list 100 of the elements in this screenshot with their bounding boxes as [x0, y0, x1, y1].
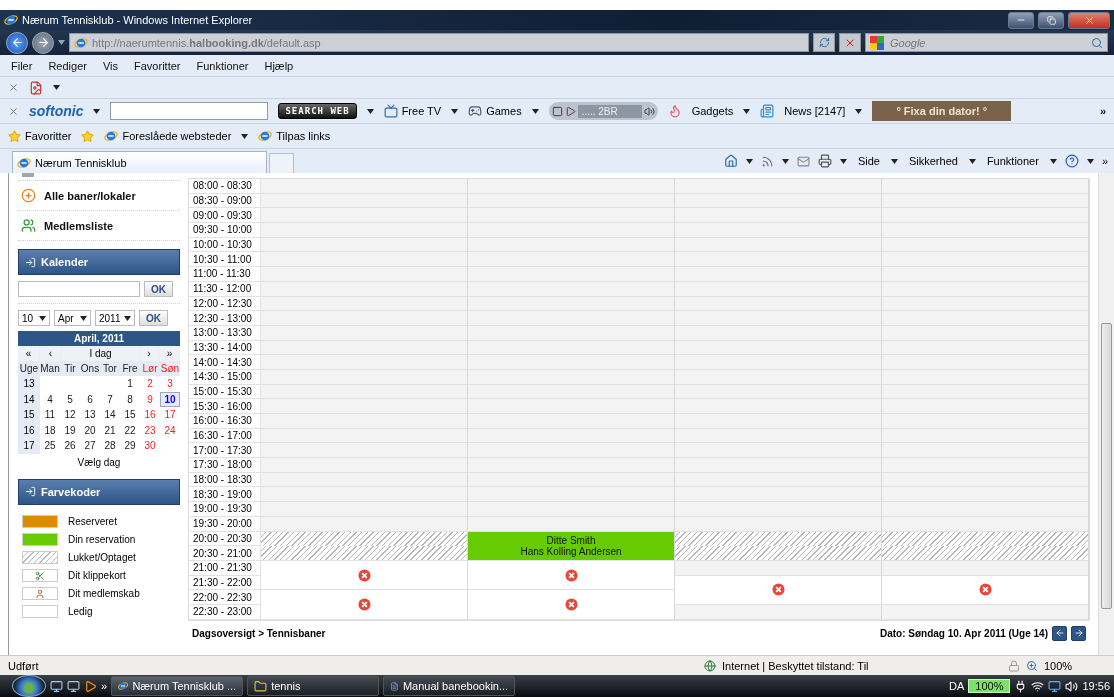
- sidebar-link[interactable]: Alle baner/lokaler: [18, 181, 180, 211]
- menu-item[interactable]: Filer: [8, 59, 36, 72]
- dropdown[interactable]: 10: [18, 310, 50, 326]
- window-icon[interactable]: [67, 679, 80, 693]
- battery-indicator[interactable]: 100%: [968, 679, 1011, 693]
- calendar-day[interactable]: 7: [100, 391, 120, 407]
- caret-icon[interactable]: [241, 133, 249, 139]
- zoom-icon[interactable]: [1026, 659, 1038, 672]
- calendar-day[interactable]: 26: [60, 438, 80, 454]
- calendar-day[interactable]: 25: [40, 438, 60, 454]
- home-icon[interactable]: [723, 154, 738, 168]
- cancel-icon[interactable]: [771, 583, 785, 597]
- calendar-day[interactable]: 21: [100, 422, 120, 438]
- favorites-link[interactable]: Tilpas links: [258, 129, 331, 143]
- unavailable-slot[interactable]: [882, 414, 1089, 429]
- printer-icon[interactable]: [817, 154, 832, 168]
- unavailable-slot[interactable]: [261, 311, 468, 326]
- next-day-button[interactable]: [1071, 625, 1086, 641]
- unavailable-slot[interactable]: [261, 399, 468, 414]
- ok-button[interactable]: OK: [139, 310, 168, 326]
- lock-icon[interactable]: [1008, 659, 1020, 672]
- caret-icon[interactable]: [531, 108, 539, 114]
- calendar-day[interactable]: 6: [80, 391, 100, 407]
- zoom-level[interactable]: 100%: [1044, 659, 1073, 672]
- toolbar-link[interactable]: Free TV: [383, 104, 442, 118]
- unavailable-slot[interactable]: [261, 502, 468, 517]
- unavailable-slot[interactable]: [261, 208, 468, 224]
- unavailable-slot[interactable]: [882, 311, 1089, 326]
- command-menu[interactable]: Funktioner: [983, 155, 1042, 167]
- calendar-nav-button[interactable]: »: [159, 346, 180, 361]
- caret-icon[interactable]: [451, 108, 459, 114]
- calendar-day[interactable]: 27: [80, 438, 100, 454]
- unavailable-slot[interactable]: [675, 208, 882, 224]
- unavailable-slot[interactable]: [675, 443, 882, 459]
- unavailable-slot[interactable]: [468, 399, 675, 414]
- closed-slot[interactable]: [675, 531, 882, 561]
- media-icon[interactable]: [84, 679, 97, 693]
- calendar-day[interactable]: 28: [100, 438, 120, 454]
- unavailable-slot[interactable]: [675, 414, 882, 429]
- unavailable-slot[interactable]: [675, 502, 882, 517]
- sidebar-link[interactable]: Medlemsliste: [18, 211, 180, 241]
- pdf-icon[interactable]: [29, 80, 43, 95]
- calendar-day[interactable]: 23: [140, 422, 160, 438]
- menu-item[interactable]: Hjælp: [261, 59, 297, 72]
- caret-icon[interactable]: [743, 108, 751, 114]
- volume-icon[interactable]: [1065, 679, 1079, 693]
- unavailable-slot[interactable]: [675, 179, 882, 194]
- help-icon[interactable]: [1064, 154, 1079, 168]
- unavailable-slot[interactable]: [882, 355, 1089, 370]
- unavailable-slot[interactable]: [261, 267, 468, 282]
- calendar-day[interactable]: 19: [60, 422, 80, 438]
- cancel-icon[interactable]: [564, 597, 578, 611]
- unavailable-slot[interactable]: [468, 458, 675, 473]
- unavailable-slot[interactable]: [261, 252, 468, 268]
- calendar-day[interactable]: 30: [140, 438, 160, 454]
- unavailable-slot[interactable]: [675, 458, 882, 473]
- unavailable-slot[interactable]: [261, 458, 468, 473]
- search-field[interactable]: Google: [888, 35, 1087, 50]
- wifi-icon[interactable]: [1031, 679, 1045, 693]
- unavailable-slot[interactable]: [468, 208, 675, 224]
- calendar-day[interactable]: 12: [60, 407, 80, 423]
- favorites-link[interactable]: Foreslåede websteder: [104, 129, 232, 143]
- cancel-icon[interactable]: [357, 568, 371, 582]
- calendar-day[interactable]: 29: [120, 438, 140, 454]
- ok-button[interactable]: OK: [144, 281, 173, 297]
- unavailable-slot[interactable]: [468, 355, 675, 370]
- unavailable-slot[interactable]: [261, 414, 468, 429]
- close-icon[interactable]: [8, 105, 19, 117]
- unavailable-slot[interactable]: [468, 443, 675, 459]
- unavailable-slot[interactable]: [882, 252, 1089, 268]
- add-favorite-icon[interactable]: [81, 129, 95, 143]
- calendar-day[interactable]: 4: [40, 391, 60, 407]
- closed-slot[interactable]: [882, 531, 1089, 561]
- cancel-icon[interactable]: [564, 568, 578, 582]
- unavailable-slot[interactable]: [468, 311, 675, 326]
- refresh-button[interactable]: [813, 33, 835, 52]
- calendar-day[interactable]: 13: [80, 407, 100, 423]
- unavailable-slot[interactable]: [675, 487, 882, 503]
- unavailable-slot[interactable]: [261, 487, 468, 503]
- unavailable-slot[interactable]: [882, 179, 1089, 194]
- caret-icon[interactable]: [890, 158, 898, 164]
- caret-icon[interactable]: [58, 40, 65, 45]
- unavailable-slot[interactable]: [261, 179, 468, 194]
- calendar-day[interactable]: 20: [80, 422, 100, 438]
- calendar-nav-button[interactable]: «: [18, 346, 39, 361]
- more-button[interactable]: »: [1099, 105, 1106, 117]
- promo-button[interactable]: ° Fixa din dator! °: [872, 101, 1012, 121]
- calendar-nav-button[interactable]: I dag: [62, 346, 139, 361]
- caret-icon[interactable]: [93, 108, 101, 114]
- unavailable-slot[interactable]: [882, 443, 1089, 459]
- unavailable-slot[interactable]: [675, 252, 882, 268]
- calendar-day[interactable]: 8: [120, 391, 140, 407]
- unavailable-slot[interactable]: [675, 311, 882, 326]
- toolbar-link[interactable]: Gadgets: [691, 105, 734, 117]
- cancel-icon[interactable]: [357, 597, 371, 611]
- unavailable-slot[interactable]: [468, 223, 675, 238]
- toolbar-search-field[interactable]: [110, 102, 269, 120]
- unavailable-slot[interactable]: [468, 502, 675, 517]
- search-box[interactable]: Google: [865, 33, 1108, 52]
- stop-button[interactable]: [839, 33, 861, 52]
